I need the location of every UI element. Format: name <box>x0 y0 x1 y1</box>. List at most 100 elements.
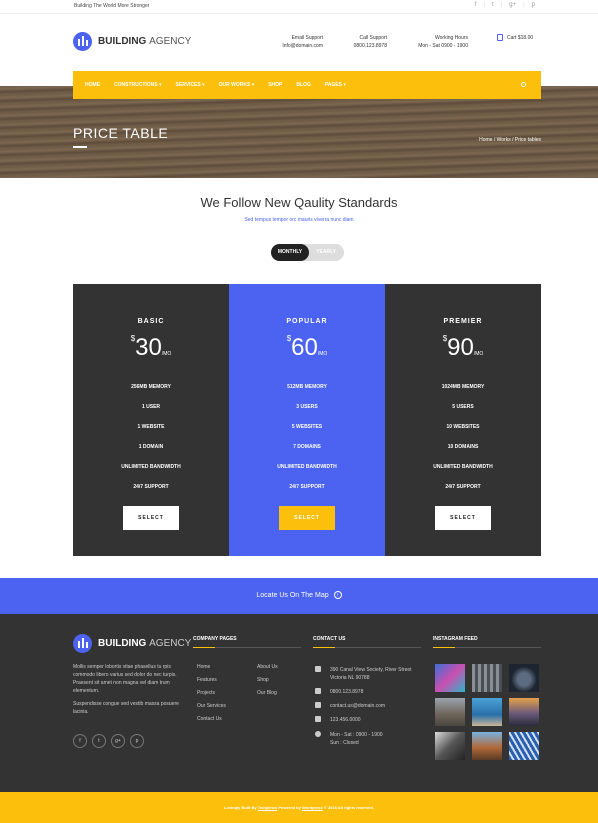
footer-social: f t g+ p <box>73 734 144 748</box>
twitter-icon[interactable]: t <box>92 734 106 748</box>
nav-services[interactable]: SERVICES ▾ <box>176 82 205 88</box>
locate-map-bar[interactable]: Locate Us On The Map › <box>0 578 598 614</box>
footer-link[interactable]: Our Services <box>197 703 226 709</box>
copyright-bar: Lovingly Built By Templines Powered by W… <box>0 792 598 823</box>
google-plus-icon[interactable]: g+ <box>509 2 516 8</box>
page-title: PRICE TABLE <box>73 125 169 141</box>
locate-label: Locate Us On The Map <box>256 592 329 599</box>
plan-feature: UNLIMITED BANDWIDTH <box>277 464 337 470</box>
nav-shop[interactable]: SHOP <box>268 82 282 88</box>
plan-feature: 5 WEBSITES <box>291 424 323 430</box>
company-pages-heading: COMPANY PAGES <box>193 636 237 642</box>
plan-feature: UNLIMITED BANDWIDTH <box>433 464 493 470</box>
facebook-icon[interactable]: f <box>475 2 477 8</box>
plan-feature: 24/7 SUPPORT <box>445 484 481 490</box>
plan-feature: 1 DOMAIN <box>138 444 164 450</box>
plan-feature: 7 DOMAINS <box>293 444 321 450</box>
cart-label: Cart $18.00 <box>507 34 534 41</box>
footer-link[interactable]: Projects <box>197 690 215 696</box>
fax-icon <box>315 716 321 722</box>
nav-our-works[interactable]: OUR WORKS ▾ <box>219 82 255 88</box>
plan-basic: BASIC $30/MO 256MB MEMORY 1 USER 1 WEBSI… <box>73 284 229 556</box>
plan-name: POPULAR <box>286 318 328 325</box>
plan-feature: 512MB MEMORY <box>287 384 327 390</box>
toggle-monthly[interactable]: MONTHLY <box>271 244 309 261</box>
mail-icon <box>315 702 321 708</box>
section-title: We Follow New Qaulity Standards <box>200 195 398 210</box>
email-support: Email Support Info@domain.com <box>262 34 323 50</box>
instagram-photo[interactable] <box>509 664 539 692</box>
plan-feature: 1 USER <box>141 404 161 410</box>
logo-icon <box>73 32 92 51</box>
nav-blog[interactable]: BLOG <box>296 82 310 88</box>
twitter-icon[interactable]: t <box>492 2 494 8</box>
footer-link[interactable]: Shop <box>257 677 269 683</box>
logo-icon <box>73 634 92 653</box>
select-premier-button[interactable]: SELECT <box>435 506 491 530</box>
top-social: f | t | g+ | p <box>474 2 535 8</box>
clock-icon <box>315 731 321 737</box>
wordpress-link[interactable]: Wordpress <box>302 805 323 810</box>
cart-icon <box>497 34 503 41</box>
instagram-photo[interactable] <box>472 664 502 692</box>
logo[interactable]: BUILDING AGENCY <box>73 32 191 51</box>
instagram-photo[interactable] <box>472 732 502 760</box>
toggle-yearly[interactable]: YEARLY <box>316 244 336 261</box>
plan-feature: 1024MB MEMORY <box>441 384 485 390</box>
price-table: BASIC $30/MO 256MB MEMORY 1 USER 1 WEBSI… <box>73 284 541 556</box>
plan-feature: 24/7 SUPPORT <box>289 484 325 490</box>
section-subtitle: Sed tempus tempor orc mauris viverra nun… <box>244 217 354 223</box>
contact-fax: 123.456.0000 <box>315 716 421 724</box>
cart-button[interactable]: Cart $18.00 <box>497 34 533 41</box>
plan-feature: 24/7 SUPPORT <box>133 484 169 490</box>
instagram-photo[interactable] <box>435 698 465 726</box>
select-popular-button[interactable]: SELECT <box>279 506 335 530</box>
nav-constructions[interactable]: CONSTRUCTIONS ▾ <box>114 82 162 88</box>
plan-premier: PREMIER $90/MO 1024MB MEMORY 5 USERS 10 … <box>385 284 541 556</box>
instagram-photo[interactable] <box>509 698 539 726</box>
instagram-feed <box>435 664 541 760</box>
footer-link[interactable]: Features <box>197 677 217 683</box>
instagram-heading: INSTAGRAM FEED <box>433 636 478 642</box>
plan-feature: UNLIMITED BANDWIDTH <box>121 464 181 470</box>
call-support: Call Support 0800.123.8978 <box>353 35 387 49</box>
contact-hours: Mon - Sat : 0900 - 1900 Sun : Closed <box>315 731 421 747</box>
footer-link[interactable]: Home <box>197 664 210 670</box>
breadcrumb[interactable]: Home / Works / Price tables <box>479 137 541 143</box>
plan-name: BASIC <box>137 318 165 325</box>
email-link[interactable]: Info@domain.com <box>262 42 323 50</box>
logo-text: BUILDING AGENCY <box>98 36 192 47</box>
nav-pages[interactable]: PAGES ▾ <box>325 82 346 88</box>
templines-link[interactable]: Templines <box>258 805 278 810</box>
footer-about: Mollis semper lobortis vitae phasellus t… <box>73 664 179 715</box>
instagram-photo[interactable] <box>509 732 539 760</box>
plan-feature: 10 DOMAINS <box>447 444 479 450</box>
site-footer: BUILDING AGENCY Mollis semper lobortis v… <box>0 614 598 792</box>
billing-toggle[interactable]: MONTHLY YEARLY <box>271 244 344 261</box>
footer-link[interactable]: About Us <box>257 664 278 670</box>
contact-email[interactable]: contact.us@domain.com <box>315 702 421 710</box>
footer-logo[interactable]: BUILDING AGENCY <box>73 634 191 653</box>
facebook-icon[interactable]: f <box>73 734 87 748</box>
working-hours: Working Hours Mon - Sat 0900 - 1900 <box>418 35 468 49</box>
google-plus-icon[interactable]: g+ <box>111 734 125 748</box>
logo-text: BUILDING AGENCY <box>98 638 192 649</box>
footer-link[interactable]: Our Blog <box>257 690 277 696</box>
tagline: Building The World More Stronger <box>74 3 150 9</box>
search-icon[interactable] <box>521 82 526 87</box>
plan-price: $30/MO <box>130 334 172 361</box>
plan-feature: 256MB MEMORY <box>131 384 171 390</box>
plan-popular: POPULAR $60/MO 512MB MEMORY 3 USERS 5 WE… <box>229 284 385 556</box>
contact-address: 390 Canal View Society, River Street Vic… <box>315 666 421 682</box>
pinterest-icon[interactable]: p <box>130 734 144 748</box>
pinterest-icon[interactable]: p <box>532 2 535 8</box>
select-basic-button[interactable]: SELECT <box>123 506 179 530</box>
instagram-photo[interactable] <box>472 698 502 726</box>
location-icon <box>315 666 321 672</box>
plan-feature: 10 WEBSITES <box>446 424 480 430</box>
footer-link[interactable]: Contact Us <box>197 716 222 722</box>
instagram-photo[interactable] <box>435 664 465 692</box>
nav-home[interactable]: HOME <box>85 82 100 88</box>
instagram-photo[interactable] <box>435 732 465 760</box>
contact-phone: 0800.123.8978 <box>315 688 421 696</box>
